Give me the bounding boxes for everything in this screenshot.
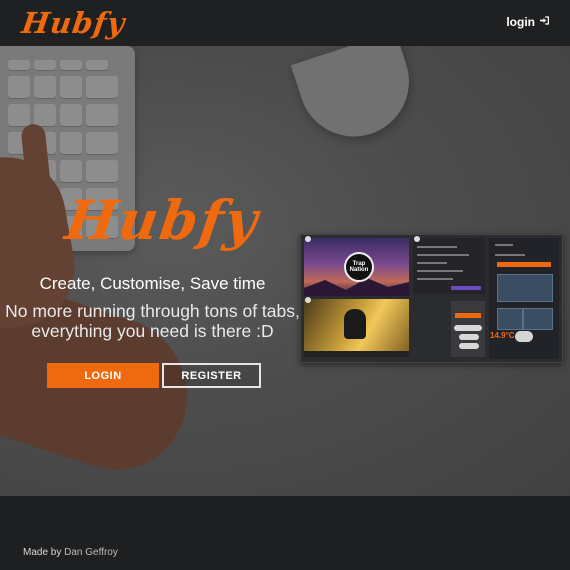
hero-section: Hubfy Create, Customise, Save time No mo… <box>0 46 570 496</box>
preview-chat-widget <box>413 238 485 294</box>
preview-video-widget <box>304 299 409 357</box>
preview-temperature: 14.9°C <box>490 331 515 340</box>
footer-credit: Made by Dan Geffroy <box>23 547 118 558</box>
top-navbar: Hubfy login <box>0 0 570 46</box>
hero-tagline: Create, Customise, Save time <box>39 274 266 293</box>
login-link[interactable]: login <box>506 15 550 29</box>
preview-controls-widget <box>451 301 485 357</box>
cloud-icon <box>515 331 533 342</box>
author-link[interactable]: Dan Geffroy <box>64 547 118 558</box>
brand-logo[interactable]: Hubfy <box>20 6 128 40</box>
dashboard-preview-image: Trap Nation 14.9°C <box>300 234 563 363</box>
footer: Made by Dan Geffroy <box>0 496 570 570</box>
hero-logo: Hubfy <box>61 188 264 252</box>
hero-subline: No more running through tons of tabs, ev… <box>5 301 300 341</box>
preview-badge: Trap Nation <box>344 252 374 282</box>
login-button[interactable]: LOGIN <box>47 363 159 388</box>
made-by-label: Made by <box>23 547 62 558</box>
sign-in-icon <box>539 15 550 29</box>
preview-music-widget: Trap Nation <box>304 238 409 296</box>
register-button[interactable]: REGISTER <box>162 363 261 388</box>
login-link-label: login <box>506 15 535 29</box>
